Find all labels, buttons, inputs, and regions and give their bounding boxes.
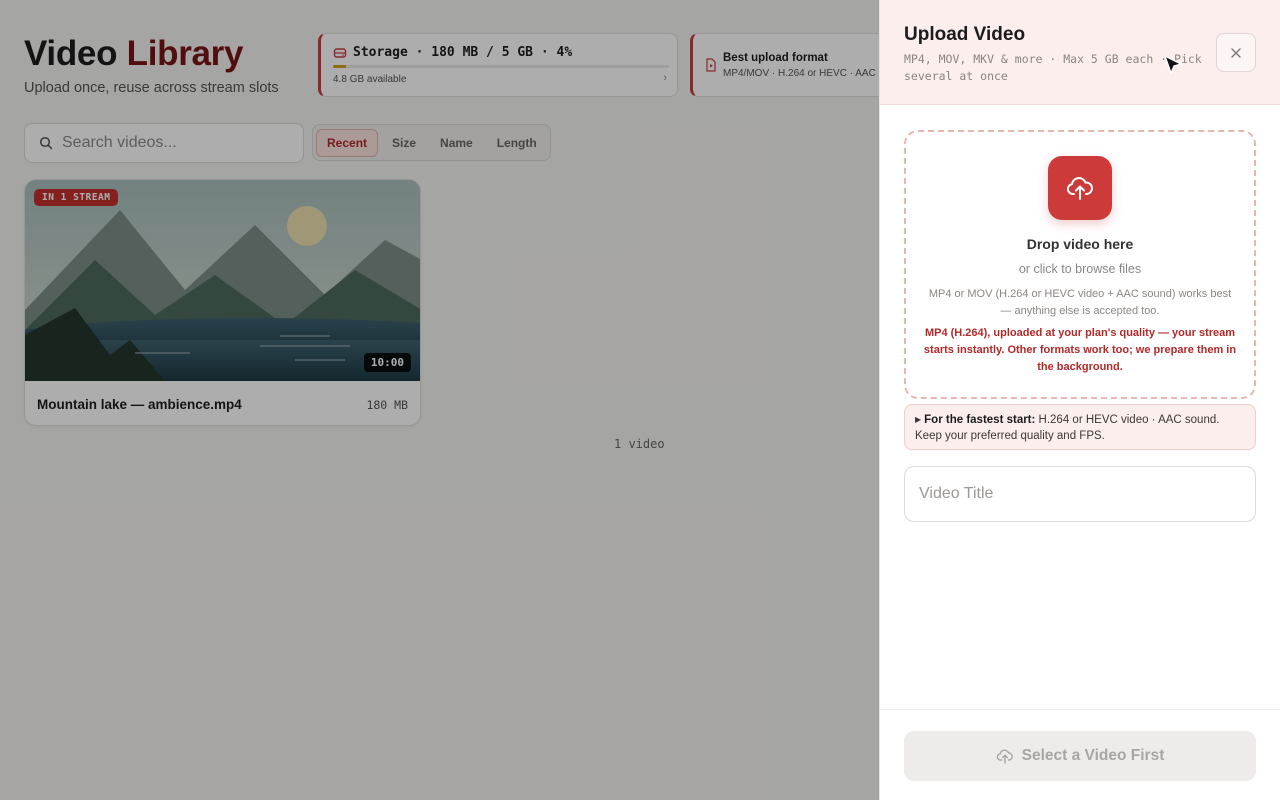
drawer-footer: Select a Video First — [880, 709, 1280, 800]
modal-backdrop[interactable] — [0, 0, 879, 800]
dropzone-subtitle: or click to browse files — [1018, 262, 1142, 276]
disclosure-triangle-icon: ▶ — [915, 415, 922, 424]
dropzone-format-info: MP4 or MOV (H.264 or HEVC video + AAC so… — [928, 288, 1232, 317]
close-button[interactable] — [1216, 33, 1256, 72]
upload-submit-label: Select a Video First — [1021, 747, 1165, 764]
video-title-placeholder: Video Title — [919, 485, 994, 502]
upload-cloud-icon — [1048, 156, 1112, 220]
close-icon — [1231, 47, 1241, 58]
mouse-cursor-icon — [1164, 55, 1182, 74]
fastest-start-tip[interactable]: ▶ For the fastest start: H.264 or HEVC vi… — [904, 404, 1256, 450]
drawer-header: Upload Video MP4, MOV, MKV & more · Max … — [880, 0, 1280, 105]
drawer-title: Upload Video — [904, 24, 1026, 45]
dropzone-quality-note: MP4 (H.264), uploaded at your plan's qua… — [923, 327, 1237, 373]
upload-cloud-small-icon — [996, 749, 1013, 764]
dropzone-title: Drop video here — [1026, 236, 1134, 252]
video-title-input[interactable]: Video Title — [904, 466, 1256, 522]
upload-drawer: Upload Video MP4, MOV, MKV & more · Max … — [879, 0, 1280, 800]
upload-submit-button[interactable]: Select a Video First — [904, 731, 1256, 781]
tip-bold: For the fastest start: — [924, 414, 1036, 426]
file-dropzone[interactable]: Drop video here or click to browse files… — [904, 130, 1256, 399]
